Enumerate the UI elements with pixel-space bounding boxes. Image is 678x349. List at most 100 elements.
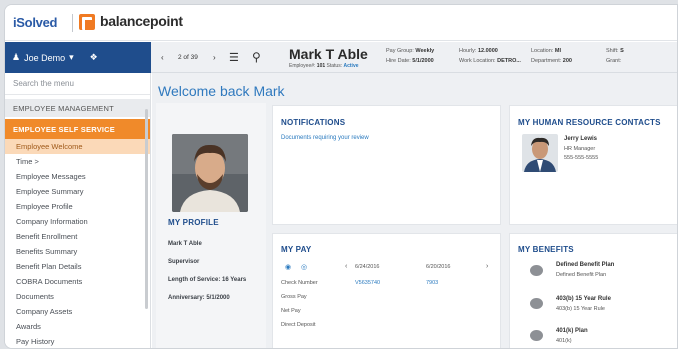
location-label: Location: [531, 48, 554, 54]
app-window: iSolved balancepoint ♟ Joe Demo ▾ ❖ ‹ 2 … [4, 4, 678, 349]
pay-prev-button[interactable]: ‹ [345, 263, 347, 270]
user-menu[interactable]: ♟ Joe Demo ▾ ❖ [5, 42, 151, 73]
sidebar-item-time[interactable]: Time > [5, 154, 150, 169]
hr-contact-role: HR Manager [564, 146, 596, 152]
pay-row-net-pay: Net Pay [281, 308, 301, 314]
profile-photo [172, 134, 248, 212]
section-employee-management[interactable]: EMPLOYEE MANAGEMENT [5, 99, 150, 117]
pay-row-check-number: Check Number [281, 280, 318, 286]
employee-id-status: Employee#: 101 Status: Active [289, 61, 359, 71]
chevron-down-icon: ▾ [69, 52, 74, 62]
isolved-logo: iSolved [13, 15, 58, 30]
shift-value: S [620, 48, 624, 54]
my-pay-title: MY PAY [281, 245, 312, 254]
shift-info: Shift: S Grant: [606, 46, 624, 66]
worklocation-label: Work Location: [459, 58, 496, 64]
page-title: Welcome back Mark [158, 83, 285, 99]
profile-service: Length of Service: 16 Years [168, 277, 247, 283]
sidebar-item-employee-summary[interactable]: Employee Summary [5, 184, 150, 199]
piggy-bank-icon [530, 330, 543, 341]
employee-num-label: Employee#: [289, 63, 316, 69]
brand-bar: iSolved balancepoint [5, 5, 677, 41]
sidebar-item-cobra-documents[interactable]: COBRA Documents [5, 274, 150, 289]
employee-num: 101 [316, 63, 326, 69]
pay-row-direct-deposit: Direct Deposit [281, 322, 316, 328]
logo-divider [72, 14, 73, 32]
hr-contacts-card: MY HUMAN RESOURCE CONTACTS Jerry Lewis H… [509, 105, 677, 225]
status-label: Status: [326, 63, 343, 69]
next-employee-button[interactable]: › [213, 53, 216, 62]
profile-role: Supervisor [168, 259, 200, 265]
profile-anniversary: Anniversary: 5/1/2000 [168, 295, 230, 301]
paygroup-info: Pay Group: Weekly Hire Date: 5/1/2000 [386, 46, 434, 66]
sidebar-scrollbar[interactable] [145, 109, 148, 309]
sidebar-item-benefit-plan-details[interactable]: Benefit Plan Details [5, 259, 150, 274]
sidebar-item-documents[interactable]: Documents [5, 289, 150, 304]
worklocation-value: DETRO... [497, 58, 521, 64]
prev-employee-button[interactable]: ‹ [161, 53, 164, 62]
sidebar-item-benefits-summary[interactable]: Benefits Summary [5, 244, 150, 259]
shift-label: Shift: [606, 48, 619, 54]
location-info: Location: MI Department: 200 [531, 46, 572, 66]
department-value: 200 [562, 58, 572, 64]
my-benefits-card: MY BENEFITS Defined Benefit Plan Defined… [509, 233, 677, 348]
profile-title: MY PROFILE [168, 218, 219, 227]
hiredate-value: 5/1/2000 [412, 58, 434, 64]
my-benefits-title: MY BENEFITS [518, 245, 574, 254]
profile-name: Mark T Able [168, 241, 202, 247]
section-employee-self-service[interactable]: EMPLOYEE SELF SERVICE [5, 119, 150, 139]
pin-icon[interactable]: ❖ [90, 52, 98, 63]
notifications-link[interactable]: Documents requiring your review [281, 135, 369, 141]
benefit-detail-1: Defined Benefit Plan [556, 272, 607, 278]
notifications-title: NOTIFICATIONS [281, 118, 346, 127]
hourly-label: Hourly: [459, 48, 477, 54]
employee-name: Mark T Able [289, 46, 368, 62]
hr-contact-phone: 555-555-5555 [564, 155, 599, 161]
hr-contact-photo [522, 134, 558, 172]
pay-date-1: 6/24/2016 [355, 264, 380, 270]
hr-contact-name: Jerry Lewis [564, 136, 598, 142]
search-icon[interactable]: ⚲ [252, 50, 261, 64]
paygroup-label: Pay Group: [386, 48, 414, 54]
department-label: Department: [531, 58, 562, 64]
eye-icon[interactable]: ◉ [285, 263, 291, 271]
pay-date-2: 6/20/2016 [426, 264, 451, 270]
hide-eye-icon[interactable]: ◎ [301, 263, 307, 271]
benefit-detail-2: 403(b) 15 Year Rule [556, 306, 605, 312]
sidebar-item-employee-welcome[interactable]: Employee Welcome [5, 139, 150, 154]
sidebar-item-awards[interactable]: Awards [5, 319, 150, 334]
sidebar-item-employee-profile[interactable]: Employee Profile [5, 199, 150, 214]
status-value: Active [343, 63, 359, 69]
balancepoint-logo-icon [79, 14, 95, 30]
benefit-name-3: 401(k) Plan [556, 328, 588, 334]
hourly-value: 12.0000 [477, 48, 498, 54]
benefit-name-1: Defined Benefit Plan [556, 262, 615, 268]
piggy-bank-icon [530, 265, 543, 276]
sidebar-item-benefit-enrollment[interactable]: Benefit Enrollment [5, 229, 150, 244]
menu-search-input[interactable]: Search the menu [5, 73, 150, 95]
benefit-detail-3: 401(k) [556, 338, 572, 344]
hiredate-label: Hire Date: [386, 58, 411, 64]
balancepoint-logo: balancepoint [100, 13, 183, 29]
user-icon: ♟ [12, 52, 21, 62]
pay-row-gross-pay: Gross Pay [281, 294, 307, 300]
list-icon[interactable]: ☰ [229, 51, 239, 64]
sidebar-item-company-assets[interactable]: Company Assets [5, 304, 150, 319]
sidebar-menu: Employee Welcome Time > Employee Message… [5, 139, 150, 348]
grant-label: Grant: [606, 58, 622, 64]
check-number-link-2[interactable]: 7903 [426, 280, 438, 286]
pay-next-button[interactable]: › [486, 263, 488, 270]
profile-card: MY PROFILE Mark T Able Supervisor Length… [156, 103, 266, 348]
sidebar-item-pay-history[interactable]: Pay History [5, 334, 150, 348]
pager-text: 2 of 39 [178, 54, 198, 61]
benefit-name-2: 403(b) 15 Year Rule [556, 296, 611, 302]
location-value: MI [554, 48, 561, 54]
paygroup-value: Weekly [415, 48, 435, 54]
hourly-info: Hourly: 12.0000 Work Location: DETRO... [459, 46, 521, 66]
hr-contacts-title: MY HUMAN RESOURCE CONTACTS [518, 118, 661, 127]
sidebar-item-company-information[interactable]: Company Information [5, 214, 150, 229]
check-number-link-1[interactable]: V5635740 [355, 280, 380, 286]
employee-toolbar: ‹ 2 of 39 › ☰ ⚲ Mark T Able Employee#: 1… [151, 42, 677, 73]
sidebar-item-employee-messages[interactable]: Employee Messages [5, 169, 150, 184]
my-pay-card: MY PAY ◉ ◎ ‹ 6/24/2016 6/20/2016 › Check… [272, 233, 501, 348]
